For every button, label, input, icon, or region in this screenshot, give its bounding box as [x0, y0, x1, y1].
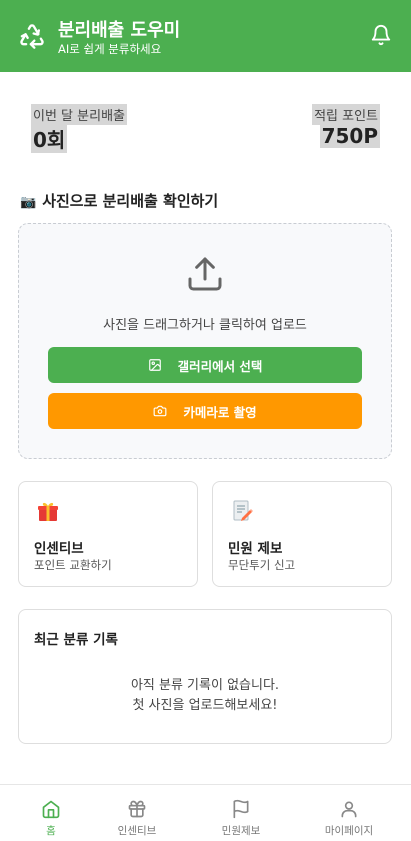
upload-section-title-text: 사진으로 분리배출 확인하기 [42, 192, 219, 210]
empty-message-line1: 아직 분류 기록이 없습니다. [130, 678, 280, 693]
nav-incentive-label: 인센티브 [117, 825, 157, 837]
flag-icon [233, 799, 249, 819]
memo-icon [233, 500, 253, 521]
image-icon [148, 359, 161, 371]
upload-dropzone[interactable]: 사진을 드래그하거나 클릭하여 업로드 갤러리에서 선택 카메라로 촬영 [18, 223, 392, 459]
gift-icon [38, 502, 58, 521]
app-title: 분리배출 도우미 [58, 20, 181, 41]
points-value: 750P [319, 124, 380, 148]
bell-icon[interactable] [370, 24, 392, 46]
app-header: 분리배출 도우미 AI로 쉽게 분류하세요 [0, 0, 411, 72]
recent-history-panel: 최근 분류 기록 아직 분류 기록이 없습니다. 첫 사진을 업로드해보세요! [18, 609, 392, 744]
user-icon [341, 801, 357, 818]
home-icon [42, 800, 60, 819]
gallery-button[interactable]: 갤러리에서 선택 [48, 347, 362, 383]
incentive-card-subtitle: 포인트 교환하기 [34, 558, 112, 572]
recent-history-empty: 아직 분류 기록이 없습니다. 첫 사진을 업로드해보세요! [19, 676, 391, 716]
empty-message-line2: 첫 사진을 업로드해보세요! [132, 698, 278, 713]
complaint-card-subtitle: 무단투기 신고 [228, 558, 296, 572]
upload-section-title: 📷 사진으로 분리배출 확인하기 [20, 190, 218, 211]
monthly-count-value: 0회 [31, 124, 68, 153]
app-subtitle: AI로 쉽게 분류하세요 [58, 42, 162, 56]
nav-mypage[interactable]: 마이페이지 [298, 785, 400, 841]
gallery-button-label: 갤러리에서 선택 [177, 358, 263, 374]
camera-button[interactable]: 카메라로 촬영 [48, 393, 362, 429]
upload-icon [188, 257, 222, 291]
recent-history-title: 최근 분류 기록 [34, 632, 118, 648]
camera-icon: 📷 [20, 195, 37, 210]
incentive-card-title: 인센티브 [34, 541, 84, 557]
points-label: 적립 포인트 [312, 104, 380, 125]
complaint-card-title: 민원 제보 [228, 541, 283, 557]
nav-mypage-label: 마이페이지 [324, 825, 374, 837]
complaint-card[interactable]: 민원 제보 무단투기 신고 [212, 481, 392, 587]
gift-icon [128, 800, 146, 818]
incentive-card[interactable]: 인센티브 포인트 교환하기 [18, 481, 198, 587]
bottom-navigation: 홈 인센티브 민원제보 마이페이지 [0, 784, 411, 841]
camera-button-label: 카메라로 촬영 [183, 404, 257, 420]
recycle-icon [20, 24, 44, 49]
upload-hint: 사진을 드래그하거나 클릭하여 업로드 [103, 318, 307, 333]
nav-incentive[interactable]: 인센티브 [86, 785, 188, 841]
nav-complaint-label: 민원제보 [221, 825, 261, 837]
nav-complaint[interactable]: 민원제보 [190, 785, 292, 841]
monthly-count-label: 이번 달 분리배출 [31, 104, 127, 125]
camera-icon [153, 405, 167, 417]
